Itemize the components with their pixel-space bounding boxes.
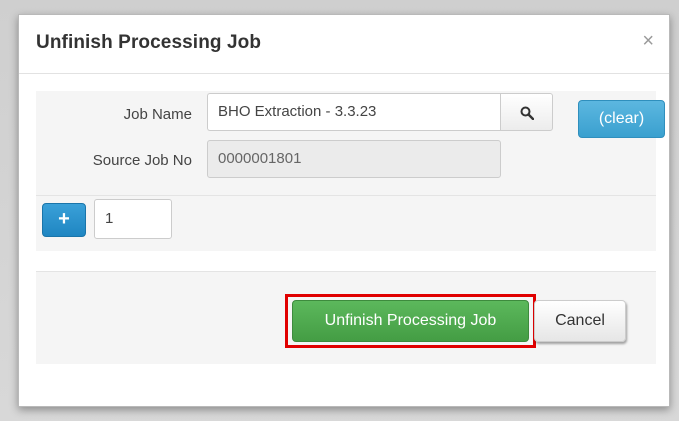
dialog-footer: Unfinish Processing Job Cancel bbox=[36, 271, 656, 364]
job-form-panel: Job Name BHO Extraction - 3.3.23 (clear)… bbox=[36, 91, 665, 251]
dialog-header: Unfinish Processing Job × bbox=[19, 15, 669, 74]
form-divider bbox=[36, 195, 656, 196]
unfinish-processing-job-button[interactable]: Unfinish Processing Job bbox=[292, 300, 529, 342]
close-icon[interactable]: × bbox=[642, 31, 654, 51]
unfinish-processing-job-dialog: Unfinish Processing Job × Job Name BHO E… bbox=[18, 14, 670, 407]
add-button[interactable]: + bbox=[42, 203, 86, 237]
clear-button[interactable]: (clear) bbox=[578, 100, 665, 138]
search-icon bbox=[520, 106, 534, 120]
source-job-no-field: 0000001801 bbox=[207, 140, 501, 178]
job-name-label: Job Name bbox=[123, 106, 192, 123]
job-name-input[interactable]: BHO Extraction - 3.3.23 bbox=[207, 93, 501, 131]
job-search-button[interactable] bbox=[500, 93, 553, 131]
quantity-input[interactable]: 1 bbox=[94, 199, 172, 239]
source-job-no-label: Source Job No bbox=[92, 152, 192, 169]
cancel-button[interactable]: Cancel bbox=[534, 300, 626, 342]
dialog-title: Unfinish Processing Job bbox=[36, 32, 262, 53]
plus-icon: + bbox=[58, 208, 70, 230]
